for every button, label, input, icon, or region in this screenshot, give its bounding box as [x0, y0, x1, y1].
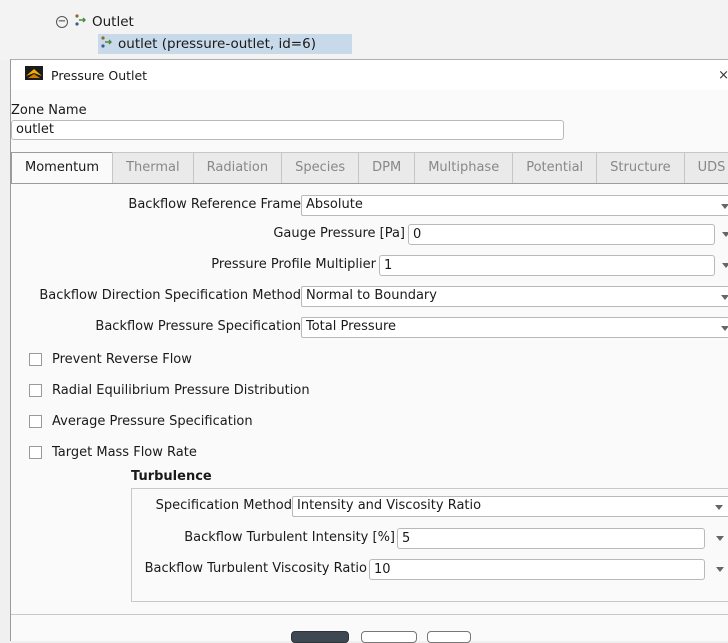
outline-tree: − Outlet outlet (pressure-outlet, id=6) — [0, 0, 728, 60]
checkbox-box[interactable] — [29, 353, 42, 366]
select-value: Total Pressure — [306, 319, 397, 334]
checkbox-label: Target Mass Flow Rate — [52, 445, 197, 460]
prevent-reverse-flow-checkbox[interactable]: Prevent Reverse Flow — [29, 352, 192, 367]
zone-icon — [74, 13, 88, 31]
backflow-ref-frame-label: Backflow Reference Frame — [128, 197, 301, 212]
pressure-profile-multiplier-label: Pressure Profile Multiplier — [211, 257, 376, 272]
spec-method-select[interactable]: Intensity and Viscosity Ratio — [292, 496, 728, 517]
chevron-down-icon[interactable] — [721, 204, 728, 209]
dialog-title: Pressure Outlet — [51, 67, 148, 83]
tab-potential[interactable]: Potential — [512, 152, 598, 183]
dialog-titlebar: Pressure Outlet × — [11, 60, 728, 90]
target-mass-flow-checkbox[interactable]: Target Mass Flow Rate — [29, 445, 197, 460]
collapse-icon[interactable]: − — [56, 16, 68, 28]
select-value: Normal to Boundary — [306, 288, 437, 303]
zone-icon — [100, 35, 114, 53]
checkbox-label: Average Pressure Specification — [52, 414, 253, 429]
apply-button[interactable] — [291, 631, 349, 643]
tab-dpm[interactable]: DPM — [358, 152, 416, 183]
chevron-down-icon[interactable] — [721, 326, 728, 331]
checkbox-box[interactable] — [29, 446, 42, 459]
tab-radiation[interactable]: Radiation — [192, 152, 283, 183]
zone-name-label: Zone Name — [11, 103, 87, 118]
turbulence-heading: Turbulence — [131, 469, 212, 484]
tree-item-outlet-zone[interactable]: outlet (pressure-outlet, id=6) — [98, 34, 352, 54]
tab-species[interactable]: Species — [281, 152, 360, 183]
turbulent-intensity-label: Backflow Turbulent Intensity [%] — [184, 530, 395, 545]
chevron-down-icon[interactable] — [716, 536, 724, 541]
tree-item-label: outlet (pressure-outlet, id=6) — [118, 36, 316, 52]
turbulent-viscosity-ratio-label: Backflow Turbulent Viscosity Ratio — [144, 561, 367, 576]
backflow-pressure-spec-label: Backflow Pressure Specification — [95, 319, 301, 334]
pressure-outlet-dialog: Pressure Outlet × Zone Name outlet Momen… — [10, 59, 728, 643]
close-button[interactable] — [361, 631, 417, 643]
backflow-direction-method-select[interactable]: Normal to Boundary — [301, 286, 728, 307]
tree-item-label: Outlet — [92, 14, 134, 30]
help-button[interactable] — [427, 631, 471, 643]
backflow-ref-frame-select[interactable]: Absolute — [301, 195, 728, 216]
fluent-logo-icon — [25, 66, 43, 84]
chevron-down-icon[interactable] — [721, 295, 728, 300]
spec-method-label: Specification Method — [155, 498, 292, 513]
average-pressure-checkbox[interactable]: Average Pressure Specification — [29, 414, 253, 429]
checkbox-label: Prevent Reverse Flow — [52, 352, 192, 367]
select-value: Intensity and Viscosity Ratio — [297, 498, 482, 513]
chevron-down-icon[interactable] — [715, 505, 723, 510]
turbulent-intensity-input[interactable]: 5 — [397, 528, 705, 549]
turbulent-viscosity-ratio-input[interactable]: 10 — [369, 559, 705, 580]
radial-equilibrium-checkbox[interactable]: Radial Equilibrium Pressure Distribution — [29, 383, 310, 398]
tab-uds[interactable]: UDS — [683, 152, 728, 183]
zone-name-input[interactable]: outlet — [11, 120, 564, 140]
checkbox-label: Radial Equilibrium Pressure Distribution — [52, 383, 310, 398]
backflow-direction-method-label: Backflow Direction Specification Method — [39, 288, 301, 303]
tree-item-outlet[interactable]: − Outlet — [56, 12, 134, 32]
tab-bar: Momentum Thermal Radiation Species DPM M… — [11, 152, 728, 185]
chevron-down-icon[interactable] — [716, 567, 724, 572]
tab-structure[interactable]: Structure — [596, 152, 685, 183]
gauge-pressure-label: Gauge Pressure [Pa] — [273, 226, 405, 241]
tab-multiphase[interactable]: Multiphase — [414, 152, 514, 183]
footer-divider — [11, 614, 728, 615]
chevron-down-icon[interactable] — [722, 263, 728, 268]
checkbox-box[interactable] — [29, 415, 42, 428]
close-icon[interactable]: × — [718, 68, 728, 83]
pressure-profile-multiplier-input[interactable]: 1 — [379, 255, 715, 276]
chevron-down-icon[interactable] — [722, 232, 728, 237]
gauge-pressure-input[interactable]: 0 — [408, 224, 715, 245]
checkbox-box[interactable] — [29, 384, 42, 397]
momentum-panel: Backflow Reference Frame Absolute Gauge … — [11, 183, 728, 641]
tab-momentum[interactable]: Momentum — [11, 152, 114, 185]
tab-thermal[interactable]: Thermal — [112, 152, 194, 183]
backflow-pressure-spec-select[interactable]: Total Pressure — [301, 317, 728, 338]
select-value: Absolute — [306, 197, 363, 212]
